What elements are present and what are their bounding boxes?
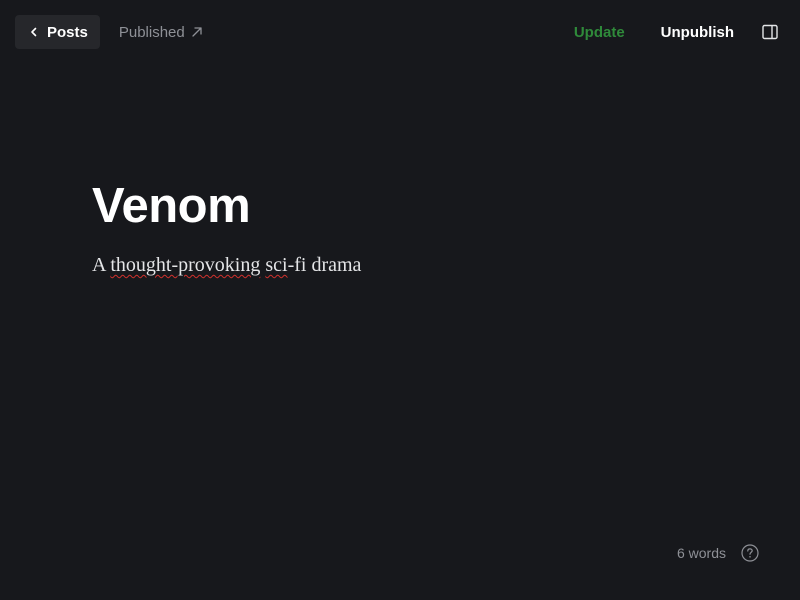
published-status-link[interactable]: Published [119,24,203,41]
update-button[interactable]: Update [574,24,625,41]
editor-toolbar: Posts Published Update Unpublish [15,15,778,49]
editor-footer: 6 words [677,544,759,562]
post-excerpt-input[interactable]: A thought-provoking sci-fi drama [92,252,712,278]
word-count: 6 words [676,545,726,561]
chevron-left-icon [29,27,39,37]
misspelled-word: sci [265,254,288,276]
status-label: Published [118,23,185,41]
back-to-posts-button[interactable]: Posts [15,15,100,49]
post-title-input[interactable]: Venom [92,176,712,236]
back-button-label: Posts [47,23,88,41]
excerpt-text: A [92,254,111,276]
help-circle-icon[interactable] [741,544,759,562]
toolbar-left: Posts Published [15,15,203,49]
unpublish-button[interactable]: Unpublish [661,24,734,41]
post-editor: Venom A thought-provoking sci-fi drama [92,176,712,278]
arrow-up-right-icon [191,26,203,38]
toolbar-right: Update Unpublish [574,24,778,41]
misspelled-word: thought-provoking [110,254,261,276]
excerpt-text: -fi drama [287,254,362,276]
editor-window: Posts Published Update Unpublish Venom A… [0,0,800,600]
sidebar-toggle-icon[interactable] [762,24,778,40]
